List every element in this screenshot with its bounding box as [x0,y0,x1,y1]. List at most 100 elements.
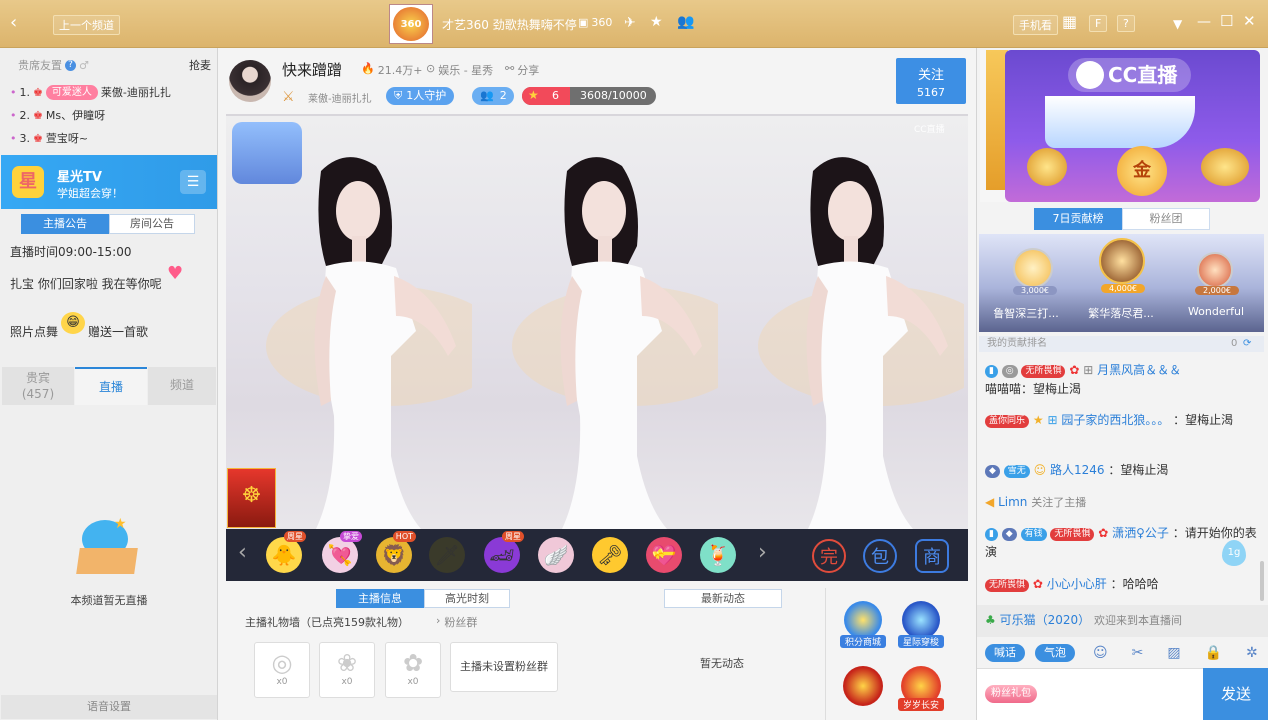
plane-icon[interactable]: ✈ [624,16,636,30]
maximize-icon[interactable]: ☐ [1220,14,1233,29]
gold-bar-icon [1201,148,1249,186]
chat-user[interactable]: 小心小心肝 [1047,577,1107,591]
menu-icon[interactable]: ☰ [180,170,206,194]
video-player[interactable]: CC直播 ☸ [226,114,968,531]
chat-message[interactable]: ▮ ◆ 有钱 无所畏惧 ✿ 潇洒♀公子 ：请开始你的表演 [985,524,1259,562]
gift-drink-icon[interactable]: 🍹 [700,537,736,573]
gift-wall-item[interactable]: ✿ x0 [385,642,441,698]
chat-user[interactable]: Limn [998,495,1027,509]
chat-scrollbar[interactable] [1260,561,1264,601]
gift-car-icon[interactable]: 🏎 周星 [484,531,524,573]
channel-count: ▣ 360 [578,16,612,29]
my-rank-bar[interactable]: 我的贡献排名 0 ⟳ [979,336,1264,352]
star-icon[interactable]: ★ [650,15,663,29]
voice-settings-button[interactable]: 语音设置 [1,695,217,719]
settings-icon[interactable]: ✲ [1246,645,1258,661]
chat-user[interactable]: 可乐猫（2020） [1000,613,1091,627]
chat-user[interactable]: 园子家的西北狼。。。 [1061,413,1169,427]
back-arrow-icon[interactable]: ‹ [10,14,17,32]
chat-user[interactable]: 月黑风高＆＆＆ [1097,363,1181,377]
chat-user[interactable]: 路人1246 [1050,463,1105,477]
shout-button[interactable]: 喊话 [985,644,1025,662]
podium-avatar[interactable] [1197,252,1233,288]
anchor-avatar[interactable] [229,60,271,102]
guard-badge[interactable]: ⛨ 1人守护 [386,87,455,105]
no-feed-text: 暂无动态 [700,657,744,670]
rank-row[interactable]: • 3. ♚ 萱宝呀~ [10,128,215,148]
grab-seat-button[interactable]: 抢麦 [189,57,211,73]
chat-message[interactable]: ◆ 雪无 ☺ 路人1246 ：望梅止渴 [985,461,1259,480]
gift-wall-item[interactable]: ◎ x0 [254,642,310,698]
podium-avatar[interactable] [1013,248,1053,288]
dancer-image [512,157,718,529]
tab-room-notice[interactable]: 房间公告 [109,214,195,234]
tab-channel[interactable]: 频道 [148,367,216,405]
help-icon[interactable]: ? [65,59,76,71]
tab-vip[interactable]: 贵宾 (457) [2,367,74,405]
minimize-icon[interactable]: — [1197,15,1211,29]
tab-anchor-notice[interactable]: 主播公告 [21,214,109,234]
podium-avatar[interactable] [1099,238,1145,284]
rank-row[interactable]: • 2. ♚ Ms、伊瞳呀 [10,105,215,125]
fans-badge[interactable]: 👥 2 [472,87,514,105]
chat-input[interactable]: 粉丝礼包 [977,668,1203,720]
tab-highlights[interactable]: 高光时刻 [424,589,510,608]
chat-message[interactable]: 无所畏惧 ✿ 小心小心肝 ：哈哈哈 [985,575,1259,594]
refresh-icon[interactable]: ⟳ [1243,336,1251,352]
tab-anchor-info[interactable]: 主播信息 [336,589,424,608]
scissors-icon[interactable]: ✂ [1132,645,1144,661]
emoji-picker-icon[interactable]: ☺ [1093,645,1108,661]
chat-message[interactable]: ◀ Limn 关注了主播 [985,493,1259,512]
gift-prev-arrow-icon[interactable]: ‹ [238,542,247,564]
grid-icon[interactable]: ▦ [1062,14,1077,30]
tab-fan-club[interactable]: 粉丝团 [1122,208,1210,230]
star-tv-banner[interactable]: 星 星光TV 学姐超会穿！ ☰ [1,155,217,209]
cc-logo-icon [1076,61,1104,89]
star-travel-button[interactable]: 星际穿梭 [898,601,944,648]
tab-latest-feed[interactable]: 最新动态 [664,589,782,608]
category-link[interactable]: ⊙ 娱乐 - 星秀 [426,62,493,78]
share-button[interactable]: ⚯ 分享 [505,62,539,78]
floating-drop-badge[interactable]: 1g [1222,540,1246,566]
gift-promo-thumbnail[interactable]: ☸ [227,468,276,528]
treasure-button[interactable] [840,666,886,712]
image-icon[interactable]: ▨ [1167,645,1180,661]
share-text: 分享 [517,64,540,77]
send-button[interactable]: 发送 [1203,668,1268,720]
help-button[interactable]: ? [1117,15,1135,32]
package-icon[interactable]: 包 [863,539,897,573]
chevron-right-icon: › [436,614,441,627]
chat-user[interactable]: 潇洒♀公子 [1112,526,1169,540]
bubble-button[interactable]: 气泡 [1035,644,1075,662]
tab-live[interactable]: 直播 [75,367,147,405]
ad-banner[interactable]: 金 CC直播 [980,50,1260,202]
gift-wall-item[interactable]: ❀ x0 [319,642,375,698]
gift-key-icon[interactable]: 🗝 [592,537,628,573]
peace-event-button[interactable]: 岁岁长安 [898,666,944,712]
rank-row[interactable]: • 1. ♚ 可爱迷人 莱傲-迪丽扎扎 [10,82,215,102]
gift-cupid-icon[interactable]: 💘 挚爱 [322,531,362,573]
tab-7day-contribution[interactable]: 7日贡献榜 [1034,208,1122,230]
gift-heart-icon[interactable]: 💝 [646,537,682,573]
play-game-icon[interactable]: 完 [812,539,846,573]
phone-view-button[interactable]: 手机看 [1013,15,1058,35]
gift-chick-icon[interactable]: 🐥 周星 [266,531,306,573]
gift-lion-icon[interactable]: 🦁 HOT [376,531,416,573]
gift-next-arrow-icon[interactable]: › [758,542,767,564]
users-icon[interactable]: 👥 [677,15,694,29]
shop-icon[interactable]: 商 [915,539,949,573]
fan-group-link[interactable]: › 粉丝群 [436,614,477,630]
f-button[interactable]: F [1089,15,1108,32]
prev-channel-button[interactable]: 上一个频道 [53,15,120,35]
gift-sword-icon[interactable]: 🗡 [429,537,465,573]
lock-icon[interactable]: 🔒 [1205,645,1222,661]
fan-gift-pack-button[interactable]: 粉丝礼包 [985,685,1037,703]
close-icon[interactable]: ✕ [1243,14,1256,29]
chat-message[interactable]: ▮ ◎ 无所畏惧 ✿ ⊞ 月黑风高＆＆＆ 喵喵喵：望梅止渴 [985,361,1259,399]
follow-button[interactable]: 关注 5167 [896,58,966,104]
chat-text: ：哈哈哈 [1110,577,1159,591]
dropdown-icon[interactable]: ▼ [1173,17,1182,31]
chat-message[interactable]: 盖你同乐 ★ ⊞ 园子家的西北狼。。。 ：望梅止渴 [985,411,1259,430]
points-mall-button[interactable]: 积分商城 [840,601,886,648]
gift-wings-icon[interactable]: 🪽 [538,537,574,573]
